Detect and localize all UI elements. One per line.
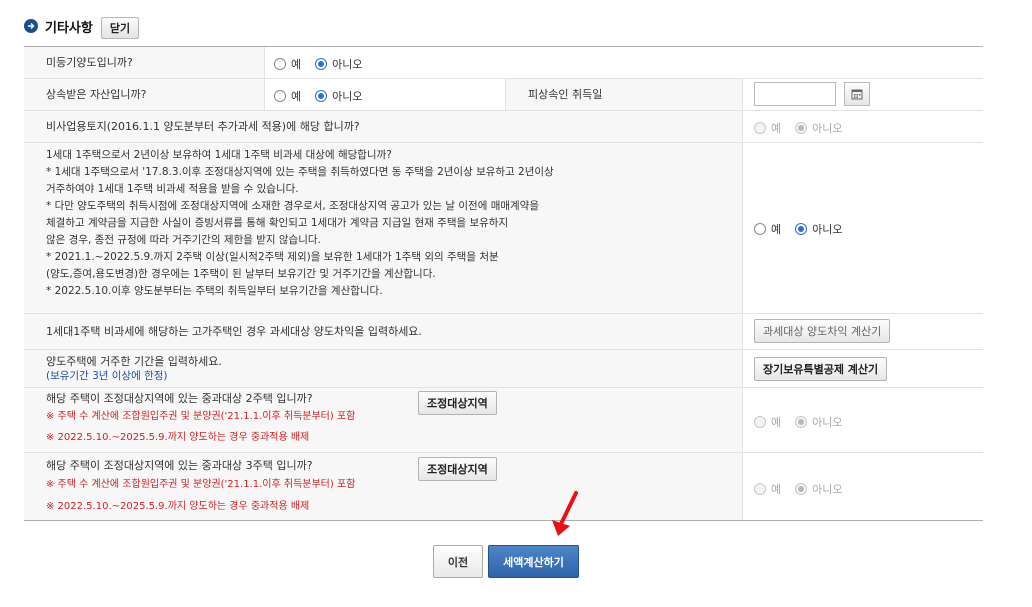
row-three-house-surcharge: 해당 주택이 조정대상지역에 있는 중과대상 3주택 입니까? 조정대상지역 ※… [24,453,983,520]
row-high-price-house: 1세대1주택 비과세에 해당하는 고가주택인 경우 과세대상 양도차익을 입력하… [24,314,983,350]
exemption-text: 1세대 1주택으로서 2년이상 보유하여 1세대 1주택 비과세 대상에 해당합… [46,149,554,297]
three-house-note-2: ※ 2022.5.10.~2025.5.9.까지 양도하는 경우 중과적용 배제 [46,501,310,512]
row-nonbusiness-land: 비사업용토지(2016.1.1 양도분부터 추가과세 적용)에 해당 합니까? … [24,111,983,143]
red-arrow-icon [552,491,578,536]
question-nonbusiness-land: 비사업용토지(2016.1.1 양도분부터 추가과세 적용)에 해당 합니까? [46,120,360,133]
date-label: 피상속인 취득일 [528,88,603,101]
question-high-price-house: 1세대1주택 비과세에 해당하는 고가주택인 경우 과세대상 양도차익을 입력하… [46,325,422,338]
question-inherited: 상속받은 자산입니까? [46,88,147,101]
calculate-tax-button[interactable]: 세액계산하기 [488,545,579,578]
row-unregistered: 미등기양도입니까? 예 아니오 [24,47,983,79]
decedent-acquisition-date-input[interactable] [754,82,836,106]
radio-group-two-house: 예 아니오 [754,414,857,430]
radio-yes[interactable]: 예 [754,481,781,497]
close-button[interactable]: 닫기 [100,17,140,39]
row-residence-period: 양도주택에 거주한 기간을 입력하세요. (보유기간 3년 이상에 한정) 장기… [24,350,983,388]
radio-yes[interactable]: 예 [274,56,301,72]
section-title: 기타사항 [45,20,93,36]
options-table: 미등기양도입니까? 예 아니오 상속받은 자산입니까? 예 아니오 피상속인 취… [24,46,983,521]
arrow-circle-icon [24,19,38,33]
radio-group-exemption: 예 아니오 [754,221,857,237]
radio-no[interactable]: 아니오 [315,88,363,104]
long-term-deduction-calculator-button[interactable]: 장기보유특별공제 계산기 [754,357,888,381]
row-inherited: 상속받은 자산입니까? 예 아니오 피상속인 취득일 [24,79,983,111]
calendar-icon[interactable] [844,82,870,106]
radio-group-nonbusiness-land: 예 아니오 [754,120,857,136]
radio-no[interactable]: 아니오 [315,56,363,72]
radio-no[interactable]: 아니오 [795,120,843,136]
prev-button[interactable]: 이전 [433,545,483,578]
adjusted-area-button[interactable]: 조정대상지역 [418,391,497,415]
residence-period-note: (보유기간 3년 이상에 한정) [46,370,168,382]
footer: 이전 세액계산하기 [0,545,1032,579]
radio-yes[interactable]: 예 [754,414,781,430]
radio-no[interactable]: 아니오 [795,481,843,497]
row-two-house-surcharge: 해당 주택이 조정대상지역에 있는 중과대상 2주택 입니까? 조정대상지역 ※… [24,388,983,453]
radio-group-inherited: 예 아니오 [274,88,377,104]
radio-no[interactable]: 아니오 [795,414,843,430]
taxable-gain-calculator-button[interactable]: 과세대상 양도차익 계산기 [754,319,891,343]
question-unregistered: 미등기양도입니까? [46,56,133,69]
adjusted-area-button[interactable]: 조정대상지역 [418,457,497,481]
radio-yes[interactable]: 예 [274,88,301,104]
radio-group-unregistered: 예 아니오 [274,56,377,72]
radio-yes[interactable]: 예 [754,221,781,237]
two-house-note-2: ※ 2022.5.10.~2025.5.9.까지 양도하는 경우 중과적용 배제 [46,432,310,443]
radio-group-three-house: 예 아니오 [754,481,857,497]
radio-yes[interactable]: 예 [754,120,781,136]
radio-no[interactable]: 아니오 [795,221,843,237]
row-one-house-exemption: 1세대 1주택으로서 2년이상 보유하여 1세대 1주택 비과세 대상에 해당합… [24,143,983,314]
section-header: 기타사항 닫기 [24,13,140,39]
